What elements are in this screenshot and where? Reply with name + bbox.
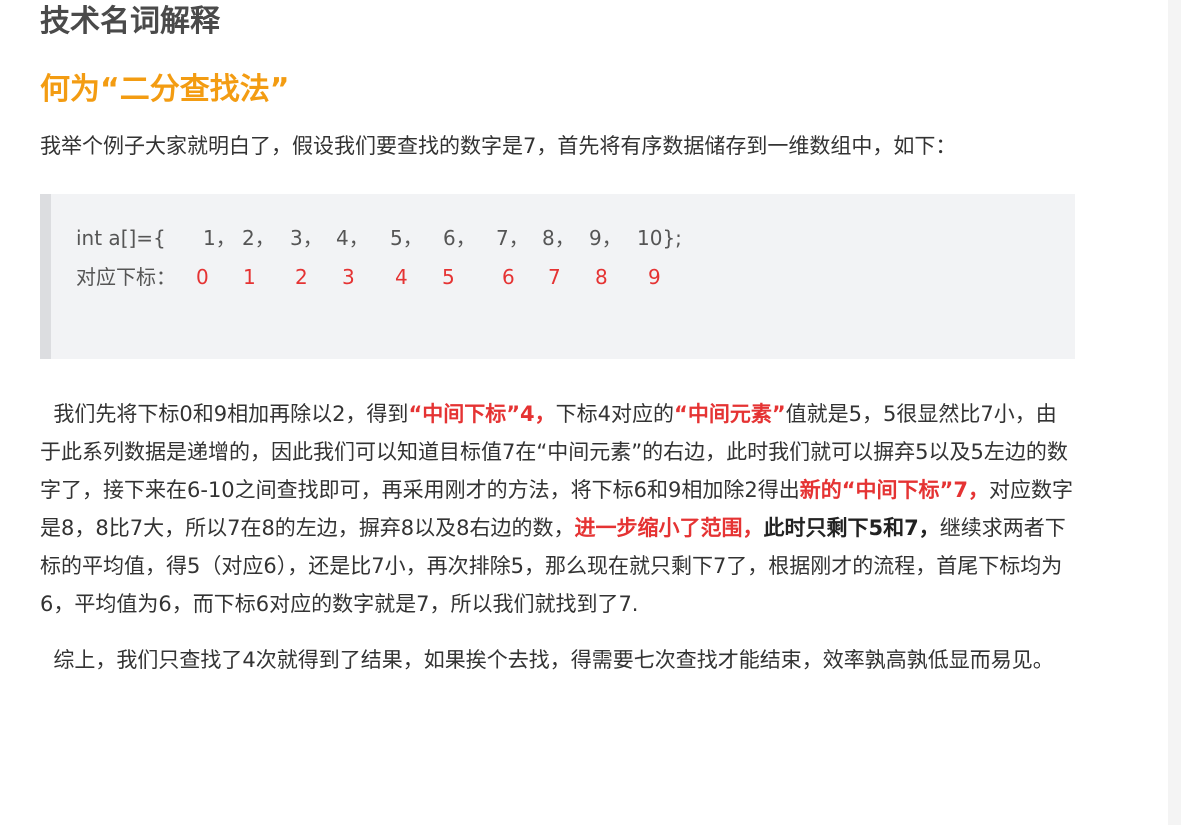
array-declaration: int a[]={: [76, 226, 166, 250]
emphasis-middle-element: “中间元素”: [674, 402, 786, 426]
array-value: 6，: [443, 226, 476, 250]
emphasis-middle-index: “中间下标”4，: [408, 402, 556, 426]
explanation-text: 我们先将下标0和9相加再除以2，得到: [40, 402, 409, 426]
array-value: 5，: [390, 226, 423, 250]
array-value: 10};: [637, 226, 682, 250]
array-value: 2，: [242, 226, 275, 250]
array-value: 7，: [496, 226, 529, 250]
array-index: 4: [395, 265, 408, 289]
section-heading: 技术名词解释: [40, 4, 220, 39]
article-title: 何为“二分查找法”: [40, 72, 290, 107]
array-index: 8: [595, 265, 608, 289]
summary-paragraph: 综上，我们只查找了4次就得到了结果，如果挨个去找，得需要七次查找才能结束，效率孰…: [40, 648, 1054, 672]
emphasis-narrow-range: 进一步缩小了范围，: [574, 516, 764, 540]
array-value: 3，: [290, 226, 323, 250]
index-label: 对应下标：: [76, 265, 176, 289]
array-value: 8，: [542, 226, 575, 250]
array-value: 4，: [336, 226, 369, 250]
array-index: 7: [548, 265, 561, 289]
emphasis-new-middle-index: 新的“中间下标”7，: [799, 478, 989, 502]
array-index: 1: [243, 265, 256, 289]
array-index: 0: [196, 265, 209, 289]
explanation-text: 下标4对应的: [555, 402, 675, 426]
index-line: 对应下标： 0 1 2 3 4 5 6 7 8 9: [76, 258, 1075, 297]
code-block: int a[]={ 1， 2， 3， 4， 5， 6， 7， 8， 9， 10}…: [40, 194, 1075, 359]
array-index: 6: [502, 265, 515, 289]
intro-paragraph: 我举个例子大家就明白了，假设我们要查找的数字是7，首先将有序数据储存到一维数组中…: [40, 134, 957, 158]
array-value: 9，: [589, 226, 622, 250]
array-index: 9: [648, 265, 661, 289]
array-declaration-line: int a[]={ 1， 2， 3， 4， 5， 6， 7， 8， 9， 10}…: [76, 219, 1075, 258]
array-index: 3: [342, 265, 355, 289]
array-value: 1，: [203, 226, 236, 250]
article-content: 技术名词解释 何为“二分查找法” 我举个例子大家就明白了，假设我们要查找的数字是…: [40, 0, 1080, 679]
emphasis-remaining: 此时只剩下5和7，: [763, 516, 940, 540]
array-index: 5: [442, 265, 455, 289]
article-page: 技术名词解释 何为“二分查找法” 我举个例子大家就明白了，假设我们要查找的数字是…: [0, 0, 1181, 825]
scrollbar-track[interactable]: [1168, 0, 1181, 825]
explanation-paragraph: 我们先将下标0和9相加再除以2，得到“中间下标”4，下标4对应的“中间元素”值就…: [40, 395, 1075, 623]
array-index: 2: [295, 265, 308, 289]
